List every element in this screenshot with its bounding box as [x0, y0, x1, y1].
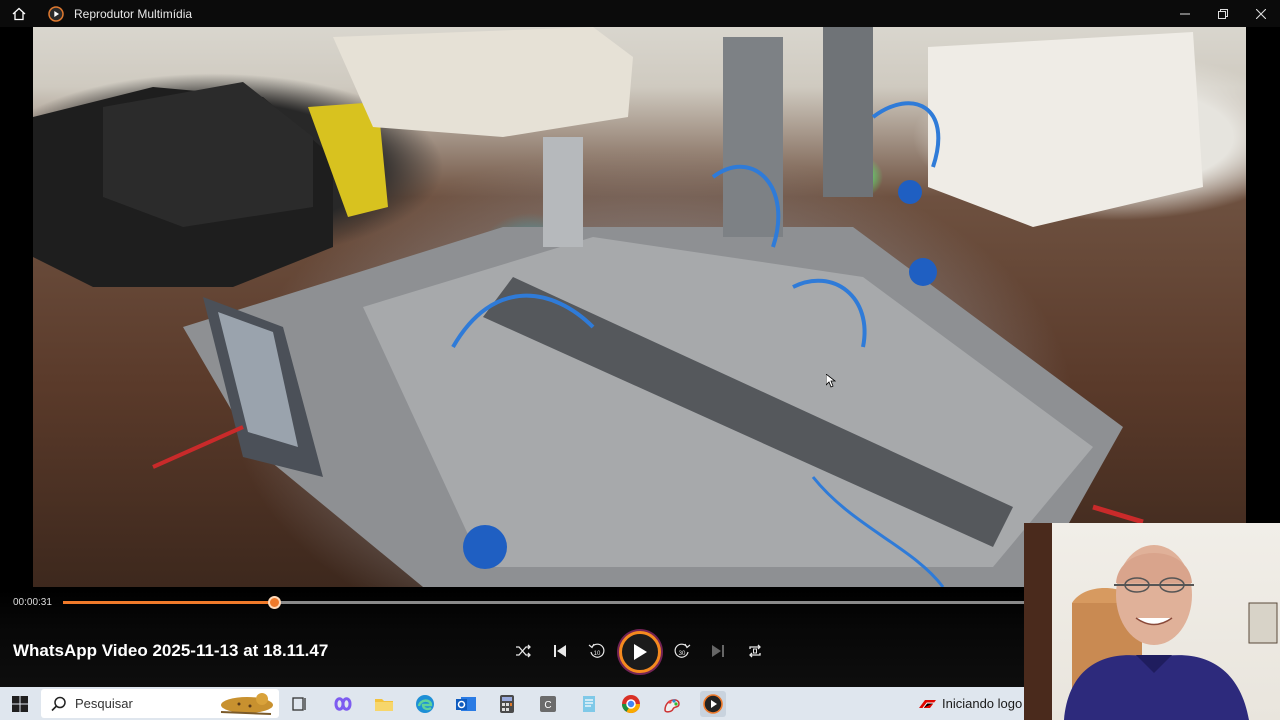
media-player-taskbar-icon[interactable] [700, 691, 726, 717]
shuffle-icon [516, 644, 531, 658]
search-placeholder: Pesquisar [75, 696, 133, 711]
previous-button[interactable] [543, 634, 577, 668]
calculator-icon[interactable] [494, 691, 520, 717]
start-button[interactable] [0, 687, 40, 720]
shuffle-button[interactable] [506, 634, 540, 668]
play-icon [634, 644, 647, 660]
copilot-icon[interactable] [330, 691, 356, 717]
svg-text:30: 30 [679, 651, 686, 657]
edge-icon[interactable] [412, 691, 438, 717]
seek-progress [63, 601, 275, 604]
file-explorer-icon[interactable] [371, 691, 397, 717]
previous-icon [554, 645, 566, 657]
forward-30-icon: 30 [674, 643, 691, 658]
taskbar-search[interactable]: Pesquisar [41, 689, 279, 718]
play-button[interactable] [619, 631, 661, 673]
paint-icon[interactable] [659, 691, 685, 717]
status-logo-icon [919, 700, 936, 709]
next-icon [712, 645, 724, 657]
letterbox-right [1246, 27, 1280, 523]
outlook-icon[interactable] [453, 691, 479, 717]
title-bar: Reprodutor Multimídia [0, 0, 1280, 27]
webcam-overlay [1024, 523, 1280, 720]
chrome-icon[interactable] [618, 691, 644, 717]
search-highlight-icon [220, 693, 273, 715]
current-time: 00:00:31 [13, 597, 52, 608]
windows-icon [12, 695, 28, 712]
rewind-10-button[interactable]: 10 [580, 634, 614, 668]
tray-status-text: Iniciando logo [942, 696, 1023, 711]
next-button[interactable] [701, 634, 735, 668]
video-scene [33, 27, 1203, 587]
rewind-10-icon: 10 [588, 643, 605, 658]
close-button[interactable] [1242, 0, 1280, 27]
search-icon [51, 696, 66, 711]
minimize-button[interactable] [1166, 0, 1204, 27]
forward-30-button[interactable]: 30 [665, 634, 699, 668]
svg-text:10: 10 [594, 651, 601, 657]
mouse-cursor-icon [825, 373, 837, 393]
task-view-icon[interactable] [287, 691, 313, 717]
player-controls: 00:00:31 WhatsApp Video 2025-11-13 at 18… [0, 590, 1024, 687]
video-title: WhatsApp Video 2025-11-13 at 18.11.47 [13, 641, 329, 660]
webcam-person [1024, 523, 1278, 720]
video-frame[interactable] [33, 27, 1246, 587]
repeat-icon [749, 644, 761, 658]
restore-button[interactable] [1204, 0, 1242, 27]
window-title: Reprodutor Multimídia [74, 6, 193, 21]
repeat-button[interactable] [738, 634, 772, 668]
seek-thumb[interactable] [268, 596, 282, 609]
seek-bar[interactable] [63, 596, 1024, 609]
media-player-icon [48, 5, 64, 22]
app-c-icon[interactable]: C [535, 691, 561, 717]
svg-text:C: C [544, 700, 551, 711]
letterbox-left [0, 27, 33, 687]
notepad-icon[interactable] [576, 691, 602, 717]
home-icon[interactable] [0, 0, 38, 27]
taskbar: Pesquisar C Iniciando logo [0, 687, 1024, 720]
